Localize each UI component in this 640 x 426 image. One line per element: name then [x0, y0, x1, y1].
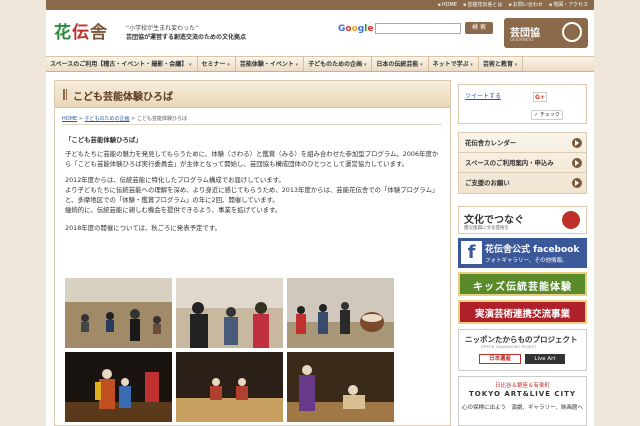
- top-bar: HOME 芸能花伝舎とは お問い合わせ 地図・アクセス: [46, 0, 594, 10]
- photo-kids-drums[interactable]: [287, 278, 394, 348]
- nav-seminar[interactable]: セミナー: [198, 57, 236, 71]
- tagline-line2: 芸団協が運営する創造交流のための文化拠点: [126, 34, 247, 41]
- banner-kids[interactable]: キッズ伝統芸能体験: [458, 272, 587, 296]
- paragraph: 継続的に、伝統芸能に親しむ機会を提供できるよう、事業を拡げています。: [65, 206, 282, 214]
- banner-jitsuen[interactable]: 実演芸術連携交流事業: [458, 300, 587, 324]
- banner-nippon-takaramono[interactable]: ニッポンたからものプロジェクト NIPPON TAKARAMONO PROJEC…: [458, 329, 587, 371]
- page-title: こども芸能体験ひろば: [73, 92, 173, 103]
- top-links: HOME 芸能花伝舎とは お問い合わせ 地図・アクセス: [437, 0, 588, 10]
- nav-kids[interactable]: 子どものための企画: [304, 57, 373, 71]
- check-button[interactable]: ✓ チェック: [531, 110, 563, 120]
- breadcrumb-home[interactable]: HOME: [62, 116, 77, 122]
- title-mark-icon: [63, 89, 67, 100]
- banner-bunka[interactable]: 文化でつなぐ 震災復興に文化芸術を: [458, 206, 587, 234]
- nav-education[interactable]: 芸術と教育: [479, 57, 524, 71]
- arrow-right-icon: [572, 178, 582, 188]
- nav-learn[interactable]: ネットで学ぶ: [429, 57, 479, 71]
- top-link-access[interactable]: 地図・アクセス: [549, 0, 588, 10]
- gplus-button[interactable]: G+: [533, 92, 547, 102]
- photo-workshop-hall[interactable]: [65, 278, 172, 348]
- top-link-about[interactable]: 芸能花伝舎とは: [463, 0, 502, 10]
- photo-stage-performance[interactable]: [65, 352, 172, 422]
- paragraph: 子どもたちに芸能の魅力を発見してもらうために、体験（さわる）と鑑賞（みる）を組み…: [65, 150, 439, 168]
- site-logo[interactable]: 花伝舎: [54, 18, 108, 43]
- breadcrumb-parent[interactable]: 子どものための企画: [85, 116, 130, 122]
- side-menu: 花伝舎カレンダー スペースのご利用案内・申込み ご支援のお願い: [458, 132, 587, 194]
- page: HOME 芸能花伝舎とは お問い合わせ 地図・アクセス 花伝舎 “小学校が生まれ…: [46, 0, 594, 426]
- side-item-space[interactable]: スペースのご利用案内・申込み: [459, 153, 586, 173]
- article-body: 「こども芸能体験ひろば」 子どもたちに芸能の魅力を発見してもらうために、体験（さ…: [65, 135, 443, 239]
- breadcrumb: HOME > 子どものための企画 > こども芸能体験ひろば: [62, 116, 187, 122]
- header: 花伝舎 “小学校が生まれ変わった” 芸団協が運営する創造交流のための文化拠点 G…: [46, 10, 594, 56]
- nav-experience[interactable]: 芸能体験・イベント: [236, 57, 305, 71]
- divider: [62, 124, 442, 125]
- search-input[interactable]: [375, 23, 461, 34]
- nav-traditional[interactable]: 日本の伝統芸能: [372, 57, 429, 71]
- search-button[interactable]: 検 索: [465, 22, 493, 34]
- arrow-right-icon: [572, 138, 582, 148]
- tweet-link[interactable]: ツイートする: [465, 91, 501, 100]
- paragraph: 2012年度からは、伝統芸能に特化したプログラム構成でお届けしています。: [65, 176, 285, 184]
- article-heading: 「こども芸能体験ひろば」: [65, 136, 142, 144]
- side-item-support[interactable]: ご支援のお願い: [459, 173, 586, 193]
- top-link-home[interactable]: HOME: [437, 0, 457, 10]
- photo-stage-duo[interactable]: [176, 352, 283, 422]
- photo-stage-dance[interactable]: [287, 352, 394, 422]
- title-bar: こども芸能体験ひろば: [55, 81, 450, 108]
- arrow-right-icon: [572, 158, 582, 168]
- breadcrumb-current: こども芸能体験ひろば: [136, 116, 187, 122]
- main-nav: スペースのご利用【稽古・イベント・撮影・会議】 セミナー 芸能体験・イベント 子…: [46, 56, 594, 72]
- geidankyo-emblem-icon: [562, 22, 582, 42]
- main-content: こども芸能体験ひろば HOME > 子どものための企画 > こども芸能体験ひろば…: [54, 80, 451, 426]
- geidankyo-logo[interactable]: 芸団協 GEIDANKYO: [504, 18, 588, 48]
- bunka-emblem-icon: [562, 211, 580, 229]
- tagline-line1: “小学校が生まれ変わった”: [126, 25, 199, 32]
- nav-space[interactable]: スペースのご利用【稽古・イベント・撮影・会議】: [46, 57, 198, 71]
- paragraph: より子どもたちに伝統芸能への理解を深め、より身近に感じてもらうため、2013年度…: [65, 186, 439, 204]
- top-link-contact[interactable]: お問い合わせ: [508, 0, 543, 10]
- banner-facebook[interactable]: f 花伝舎公式 facebook フォトギャラリー、その他情報。: [458, 238, 587, 268]
- facebook-icon: f: [461, 241, 482, 264]
- tagline: “小学校が生まれ変わった” 芸団協が運営する創造交流のための文化拠点: [126, 24, 246, 42]
- paragraph: 2018年度の開催については、秋ごろに発表予定です。: [65, 224, 221, 232]
- geidankyo-sub: GEIDANKYO: [510, 37, 534, 42]
- photo-kids-shamisen[interactable]: [176, 278, 283, 348]
- side-item-calendar[interactable]: 花伝舎カレンダー: [459, 133, 586, 153]
- share-box: ツイートする G+ ✓ チェック: [458, 84, 587, 124]
- google-logo: Google: [338, 24, 374, 34]
- banner-tokyo-art-live-city[interactable]: 日比谷＆銀座＆有楽町 TOKYO ART&LIVE CITY 心の探検に出よう …: [458, 376, 587, 426]
